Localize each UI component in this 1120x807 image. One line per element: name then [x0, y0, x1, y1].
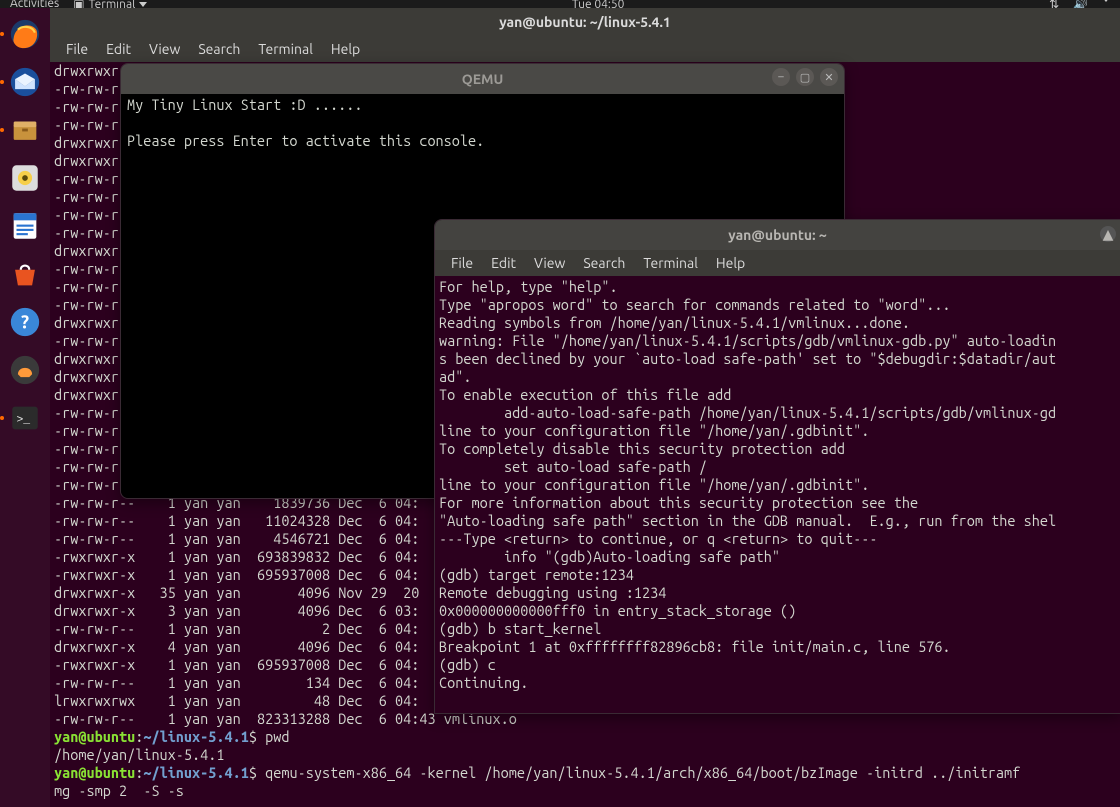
top-panel: Activities ▣ Terminal Tue 04:50 ⇅ 🔊: [0, 0, 1120, 8]
menu-terminal[interactable]: Terminal: [250, 39, 321, 59]
minimize-button[interactable]: –: [772, 68, 790, 86]
menubar-main: File Edit View Search Terminal Help: [50, 36, 1120, 62]
qemu-line: Please press Enter to activate this cons…: [127, 132, 838, 150]
chevron-down-icon: [139, 2, 147, 7]
menu-search[interactable]: Search: [190, 39, 248, 59]
dock-help-icon[interactable]: ?: [4, 301, 46, 343]
menubar-gdb: File Edit View Search Terminal Help: [435, 250, 1120, 276]
terminal-body-gdb[interactable]: For help, type "help". Type "apropos wor…: [435, 276, 1120, 713]
close-button[interactable]: ✕: [820, 68, 838, 86]
menu-help[interactable]: Help: [323, 39, 368, 59]
dock: ? >_: [0, 8, 50, 807]
terminal-window-gdb: yan@ubuntu: ~ ▲ File Edit View Search Te…: [434, 219, 1120, 714]
svg-text:>_: >_: [17, 414, 31, 426]
menu-edit[interactable]: Edit: [483, 253, 524, 273]
titlebar-main[interactable]: yan@ubuntu: ~/linux-5.4.1: [50, 8, 1120, 36]
gdb-window-title: yan@ubuntu: ~: [728, 227, 827, 243]
maximize-button[interactable]: ▢: [796, 68, 814, 86]
titlebar-qemu[interactable]: QEMU – ▢ ✕: [121, 64, 844, 94]
dock-software-icon[interactable]: [4, 253, 46, 295]
menu-file[interactable]: File: [58, 39, 96, 59]
dock-thunderbird-icon[interactable]: [4, 61, 46, 103]
dock-files-icon[interactable]: [4, 109, 46, 151]
menu-view[interactable]: View: [141, 39, 188, 59]
menu-file[interactable]: File: [443, 253, 481, 273]
dock-libreoffice-writer-icon[interactable]: [4, 205, 46, 247]
titlebar-gdb[interactable]: yan@ubuntu: ~ ▲: [435, 220, 1120, 250]
svg-text:?: ?: [21, 312, 29, 332]
qemu-title: QEMU: [462, 71, 504, 87]
menu-edit[interactable]: Edit: [98, 39, 139, 59]
dock-app-icon[interactable]: [4, 349, 46, 391]
status-chevron-down-icon: [1102, 0, 1110, 2]
menu-help[interactable]: Help: [708, 253, 753, 273]
menu-search[interactable]: Search: [575, 253, 633, 273]
dock-firefox-icon[interactable]: [4, 13, 46, 55]
qemu-line: My Tiny Linux Start :D ......: [127, 96, 838, 114]
dock-terminal-icon[interactable]: >_: [4, 397, 46, 439]
menu-view[interactable]: View: [526, 253, 573, 273]
dock-rhythmbox-icon[interactable]: [4, 157, 46, 199]
window-title: yan@ubuntu: ~/linux-5.4.1: [499, 14, 671, 30]
scroll-up-icon[interactable]: ▲: [1100, 226, 1116, 242]
menu-terminal[interactable]: Terminal: [635, 253, 706, 273]
